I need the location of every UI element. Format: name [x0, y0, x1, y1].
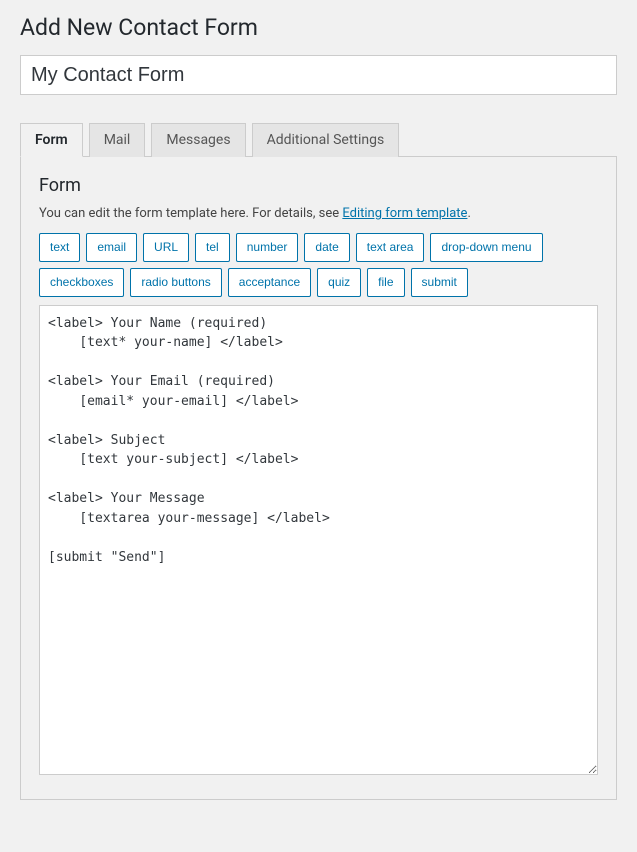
help-text: You can edit the form template here. For… [39, 206, 598, 221]
tab-mail[interactable]: Mail [89, 123, 146, 157]
tag-textarea-button[interactable]: text area [356, 233, 425, 262]
form-title-input[interactable] [20, 55, 617, 95]
tag-file-button[interactable]: file [367, 268, 404, 297]
tabs-container: Form Mail Messages Additional Settings F… [20, 123, 617, 800]
tag-buttons: text email URL tel number date text area… [39, 233, 598, 297]
tag-acceptance-button[interactable]: acceptance [228, 268, 311, 297]
form-panel: Form You can edit the form template here… [20, 156, 617, 800]
page-title: Add New Contact Form [20, 10, 617, 41]
tag-tel-button[interactable]: tel [195, 233, 230, 262]
tabs: Form Mail Messages Additional Settings [20, 123, 617, 157]
tag-text-button[interactable]: text [39, 233, 80, 262]
tag-quiz-button[interactable]: quiz [317, 268, 361, 297]
help-suffix: . [467, 206, 470, 221]
tab-additional-settings[interactable]: Additional Settings [252, 123, 400, 157]
tag-email-button[interactable]: email [86, 233, 137, 262]
tag-dropdown-button[interactable]: drop-down menu [430, 233, 542, 262]
tag-date-button[interactable]: date [304, 233, 349, 262]
tab-messages[interactable]: Messages [151, 123, 245, 157]
tab-form[interactable]: Form [20, 123, 83, 157]
tag-checkboxes-button[interactable]: checkboxes [39, 268, 124, 297]
tag-number-button[interactable]: number [236, 233, 299, 262]
form-template-textarea[interactable] [39, 305, 598, 775]
section-title: Form [39, 175, 598, 196]
tag-url-button[interactable]: URL [143, 233, 189, 262]
help-link[interactable]: Editing form template [342, 206, 467, 221]
help-prefix: You can edit the form template here. For… [39, 206, 342, 221]
tag-radio-button[interactable]: radio buttons [130, 268, 221, 297]
tag-submit-button[interactable]: submit [411, 268, 468, 297]
